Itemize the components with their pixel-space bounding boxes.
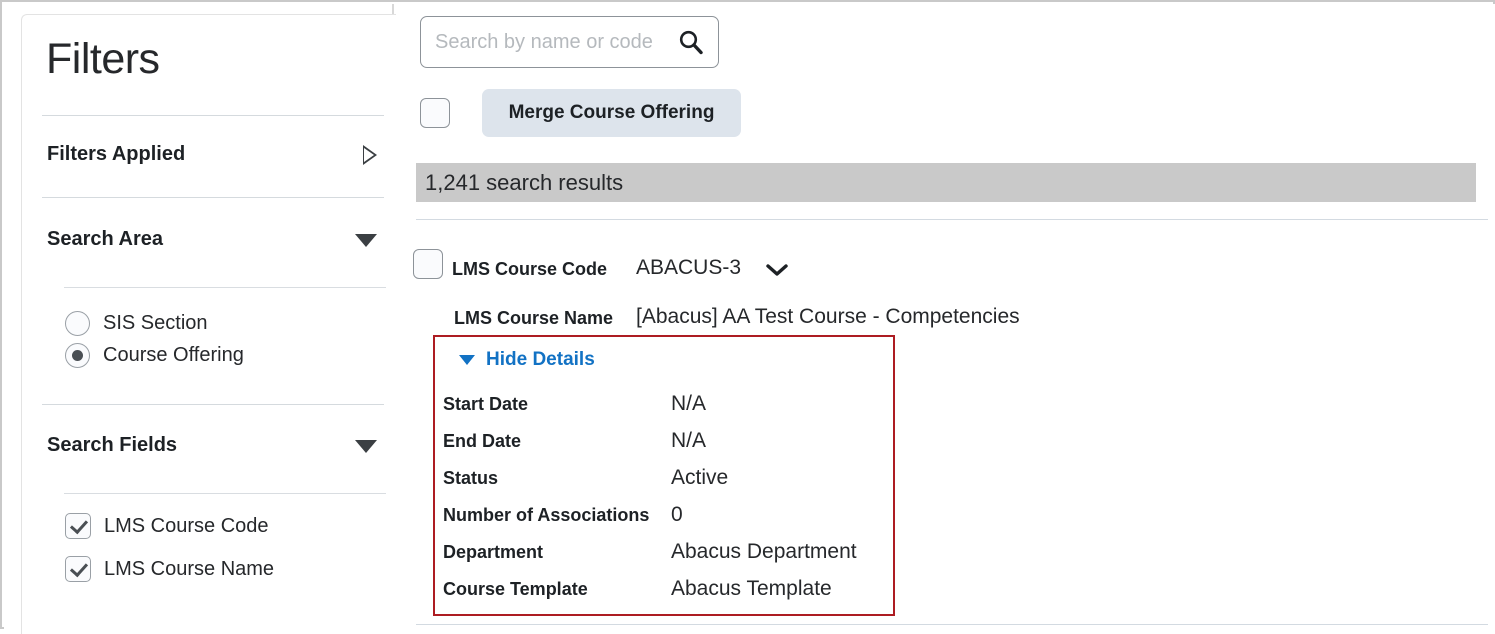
radio-label: Course Offering (103, 344, 244, 366)
hide-details-toggle[interactable]: Hide Details (459, 349, 595, 371)
radio-option-sis-section[interactable]: SIS Section (65, 311, 208, 336)
search-icon[interactable] (678, 29, 704, 55)
triangle-down-icon[interactable] (355, 234, 377, 247)
search-input[interactable]: Search by name or code (420, 16, 719, 68)
detail-row: Start Date N/A (443, 392, 901, 429)
detail-value: N/A (671, 392, 707, 415)
detail-label: Status (443, 468, 499, 488)
divider (416, 624, 1488, 625)
checkbox-icon-checked[interactable] (65, 556, 91, 582)
detail-value: N/A (671, 429, 707, 452)
filters-sidebar: Filters Filters Applied Search Area SIS … (4, 4, 397, 634)
triangle-down-icon[interactable] (355, 440, 377, 453)
checkbox-icon-checked[interactable] (65, 513, 91, 539)
detail-row: Status Active (443, 466, 901, 503)
checkbox-label: LMS Course Name (104, 557, 275, 580)
lms-course-name-label: LMS Course Name (454, 308, 614, 328)
chevron-down-icon[interactable] (764, 262, 790, 283)
merge-course-offering-button[interactable]: Merge Course Offering (482, 89, 741, 137)
section-heading-filters-applied[interactable]: Filters Applied (47, 143, 185, 166)
lms-course-code-label: LMS Course Code (452, 259, 608, 279)
divider (42, 115, 384, 116)
detail-row: Number of Associations 0 (443, 503, 901, 540)
lms-course-name-value: [Abacus] AA Test Course - Competencies (636, 305, 1020, 328)
page-title: Filters (46, 35, 160, 83)
section-heading-search-area[interactable]: Search Area (47, 228, 163, 251)
results-count-bar: 1,241 search results (416, 163, 1476, 202)
detail-value: Abacus Template (671, 577, 832, 600)
detail-label: Course Template (443, 579, 588, 599)
radio-icon-selected[interactable] (65, 343, 90, 368)
checkbox-option-lms-course-code[interactable]: LMS Course Code (65, 513, 269, 539)
divider (64, 287, 386, 288)
hide-details-label: Hide Details (486, 349, 595, 370)
radio-icon[interactable] (65, 311, 90, 336)
course-details-highlight-box: Hide Details Start Date N/A End Date N/A… (433, 335, 895, 616)
detail-value: 0 (671, 503, 683, 526)
search-placeholder-text: Search by name or code (435, 30, 653, 53)
divider (64, 493, 386, 494)
detail-label: Department (443, 542, 544, 562)
divider (42, 404, 384, 405)
detail-value: Abacus Department (671, 540, 857, 563)
radio-option-course-offering[interactable]: Course Offering (65, 343, 244, 368)
divider (416, 219, 1488, 220)
detail-row: End Date N/A (443, 429, 901, 466)
select-all-checkbox[interactable] (420, 98, 450, 128)
divider (42, 197, 384, 198)
bulk-action-row: Merge Course Offering (420, 89, 741, 137)
triangle-down-icon (459, 355, 475, 365)
checkbox-label: LMS Course Code (104, 514, 269, 537)
detail-value: Active (671, 466, 729, 489)
section-heading-search-fields[interactable]: Search Fields (47, 434, 177, 457)
detail-row: Course Template Abacus Template (443, 577, 901, 614)
triangle-right-icon[interactable] (363, 145, 377, 165)
radio-label: SIS Section (103, 312, 208, 334)
filters-panel: Filters Filters Applied Search Area SIS … (21, 14, 397, 634)
app-window: Filters Filters Applied Search Area SIS … (0, 0, 1495, 634)
result-row-checkbox[interactable] (413, 249, 443, 279)
lms-course-code-value: ABACUS-3 (636, 256, 742, 279)
checkbox-option-lms-course-name[interactable]: LMS Course Name (65, 556, 274, 582)
detail-row: Department Abacus Department (443, 540, 901, 577)
detail-label: Number of Associations (443, 505, 650, 525)
detail-label: Start Date (443, 394, 529, 414)
results-count-text: 1,241 search results (425, 169, 624, 195)
search-results-panel: Search by name or code Merge Course Offe… (396, 4, 1495, 629)
course-details-list: Start Date N/A End Date N/A Status Activ… (443, 392, 901, 614)
detail-label: End Date (443, 431, 522, 451)
